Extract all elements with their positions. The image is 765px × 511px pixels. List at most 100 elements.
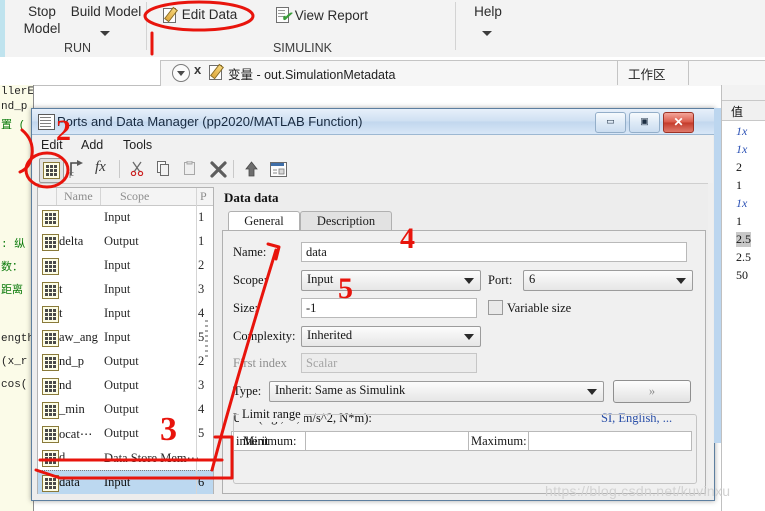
dialog-title: Ports and Data Manager (pp2020/MATLAB Fu…	[57, 114, 363, 129]
data-icon	[42, 282, 59, 299]
ribbon-toolbar: Stop Model Build Model RUN Edit Data ✔ V…	[0, 0, 765, 58]
chevron-down-icon	[464, 334, 474, 340]
code-line: (x_r	[1, 356, 28, 368]
ribbon-group-run-caption: RUN	[63, 41, 92, 55]
data-list[interactable]: Name Scope P Input 1 delta Output 1 Inpu…	[37, 187, 214, 496]
workspace-cell[interactable]: 1x	[736, 196, 747, 211]
row-scope: Input	[104, 475, 131, 489]
build-model-button[interactable]: Build Model	[67, 3, 145, 36]
workspace-cell[interactable]: 2	[736, 160, 742, 175]
cut-icon[interactable]	[126, 158, 149, 181]
scope-value: Input	[307, 272, 334, 286]
table-row[interactable]: d Data Store Mem⋯	[38, 446, 213, 470]
table-row[interactable]: ocat⋯ Output 5	[38, 422, 213, 446]
view-report-button[interactable]: ✔ View Report	[275, 7, 368, 23]
port-dropdown[interactable]: 6	[523, 270, 693, 291]
row-scope: Input	[104, 330, 131, 344]
row-name: d	[59, 450, 66, 464]
close-icon: ✕	[673, 115, 684, 129]
chevron-down-icon[interactable]	[482, 23, 492, 40]
menu-edit[interactable]: Edit	[41, 138, 63, 152]
row-port: 5	[198, 426, 205, 440]
code-line: 置 (	[1, 120, 26, 132]
stop-model-label-line1: Stop	[28, 4, 56, 19]
type-dropdown[interactable]: Inherit: Same as Simulink	[269, 381, 604, 402]
add-data-icon[interactable]	[39, 158, 64, 183]
code-line: 距离	[1, 285, 23, 297]
workspace-cell[interactable]: 1	[736, 178, 742, 193]
table-row[interactable]: t Input 3	[38, 278, 213, 302]
variable-size-checkbox[interactable]	[488, 300, 503, 315]
add-function-icon[interactable]: fx	[93, 158, 116, 181]
type-more-button[interactable]: »	[613, 380, 691, 403]
minimum-input[interactable]	[305, 431, 469, 451]
column-header-name[interactable]: Name	[64, 189, 93, 204]
table-row[interactable]: aw_ang Input 5	[38, 326, 213, 350]
menu-tools[interactable]: Tools	[123, 138, 152, 152]
column-header-port[interactable]: P	[200, 189, 207, 204]
model-explorer-icon[interactable]	[267, 158, 290, 181]
splitter-grip[interactable]	[205, 320, 208, 360]
tab-description[interactable]: Description	[300, 211, 392, 232]
workspace-column-header[interactable]: 值	[721, 100, 765, 121]
table-row[interactable]: delta Output 1	[38, 230, 213, 254]
chevron-down-icon[interactable]	[100, 23, 110, 40]
close-button[interactable]: ✕	[663, 112, 694, 133]
table-row[interactable]: t Input 4	[38, 302, 213, 326]
column-header-scope[interactable]: Scope	[120, 189, 149, 204]
add-event-icon[interactable]: F	[66, 158, 89, 181]
dialog-menubar: Edit Add Tools	[33, 135, 713, 157]
complexity-dropdown[interactable]: Inherited	[301, 326, 481, 347]
row-name: aw_ang	[59, 330, 98, 344]
scope-label: Scope:	[233, 273, 268, 287]
table-row-selected[interactable]: data Input 6	[38, 470, 213, 495]
stop-model-button[interactable]: Stop Model	[13, 3, 71, 37]
code-line: ength	[1, 333, 34, 345]
table-row[interactable]: _min Output 4	[38, 398, 213, 422]
paste-icon[interactable]	[180, 158, 203, 181]
table-row[interactable]: nd_p Output 2	[38, 350, 213, 374]
workspace-cell[interactable]: 1	[736, 214, 742, 229]
minimize-button[interactable]: ▭	[595, 112, 626, 133]
chevron-down-icon	[676, 278, 686, 284]
workspace-cell[interactable]: 1x	[736, 142, 747, 157]
stop-model-label-line2: Model	[23, 21, 61, 36]
row-scope: Output	[104, 378, 139, 392]
table-row[interactable]: Input 1	[38, 206, 213, 230]
table-row[interactable]: Input 2	[38, 254, 213, 278]
watermark: https://blog.csdn.net/kuvinxu	[545, 483, 731, 499]
tab-options-icon[interactable]	[172, 64, 190, 82]
size-input[interactable]: -1	[301, 298, 477, 318]
workspace-cell[interactable]: 1x	[736, 124, 747, 139]
row-scope: Output	[104, 426, 139, 440]
tabstrip-divider	[617, 60, 618, 85]
toolbar-divider-2	[233, 160, 234, 178]
document-tab-label: 变量 - out.SimulationMetadata	[228, 68, 396, 82]
edit-data-button[interactable]: Edit Data	[162, 6, 237, 23]
tab-general[interactable]: General	[228, 211, 300, 232]
copy-icon[interactable]	[153, 158, 176, 181]
name-input[interactable]: data	[301, 242, 687, 262]
limit-range-label: Limit range	[239, 407, 304, 422]
variable-editor-icon	[208, 63, 224, 80]
menu-add[interactable]: Add	[81, 138, 103, 152]
delete-icon[interactable]	[207, 158, 230, 181]
workspace-left-border	[721, 85, 722, 511]
data-icon	[42, 378, 59, 395]
maximize-button[interactable]: ▣	[629, 112, 660, 133]
workspace-cell[interactable]: 50	[736, 268, 748, 283]
workspace-cell[interactable]: 2.5	[736, 250, 751, 265]
table-row[interactable]: nd Output 3	[38, 374, 213, 398]
workspace-cell-selected[interactable]: 2.5	[736, 232, 751, 247]
dialog-title-bar[interactable]: Ports and Data Manager (pp2020/MATLAB Fu…	[32, 109, 714, 135]
row-name: delta	[59, 234, 84, 248]
help-button[interactable]: Help	[463, 3, 513, 36]
background-code-editor[interactable]: llerE nd_p 置 ( : 纵 数： 距离 ength (x_r cos(	[0, 85, 34, 511]
workspace-panel-label[interactable]: 工作区	[628, 64, 666, 83]
maximum-input[interactable]	[528, 431, 692, 451]
move-up-icon[interactable]	[240, 158, 263, 181]
tab-close-icon[interactable]: x	[194, 62, 201, 77]
complexity-label: Complexity:	[233, 329, 296, 343]
maximum-label: Maximum:	[471, 434, 527, 448]
scope-dropdown[interactable]: Input	[301, 270, 481, 291]
